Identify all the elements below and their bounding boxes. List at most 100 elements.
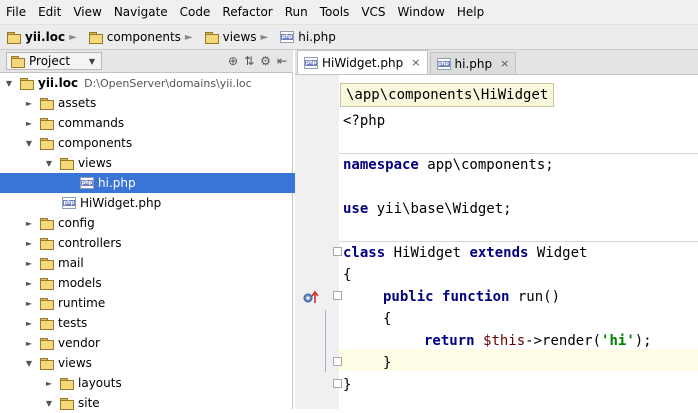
tree-item-label: yii.loc	[38, 76, 79, 90]
breadcrumb-components[interactable]: components ►	[84, 26, 198, 48]
code-line-3: namespace app\components;	[343, 154, 554, 176]
code-editor[interactable]: <?php namespace app\components; use yii\…	[339, 75, 698, 409]
chevron-right-icon: ►	[69, 31, 77, 43]
code-line-5: use yii\base\Widget;	[343, 198, 512, 220]
code-text: }	[383, 355, 392, 371]
collapse-arrow-icon[interactable]: ►	[24, 219, 34, 228]
menu-run[interactable]: Run	[279, 0, 314, 24]
menu-refactor[interactable]: Refactor	[216, 0, 278, 24]
close-icon[interactable]: ×	[411, 56, 420, 69]
tree-item-label: site	[78, 396, 100, 410]
tree-item-label: layouts	[78, 376, 122, 390]
close-icon[interactable]: ×	[500, 57, 509, 70]
code-line-10: {	[383, 308, 391, 330]
folder-icon	[40, 337, 54, 350]
menu-edit[interactable]: Edit	[32, 0, 67, 24]
php-file-icon: php	[304, 56, 318, 69]
folder-icon	[40, 317, 54, 330]
code-line-7: class HiWidget extends Widget	[343, 242, 587, 264]
tab-hi-php[interactable]: php hi.php ×	[429, 52, 517, 74]
tree-row-views[interactable]: ▼ views	[0, 153, 336, 173]
collapse-arrow-icon[interactable]: ►	[24, 279, 34, 288]
menu-help[interactable]: Help	[451, 0, 490, 24]
tree-item-label: commands	[58, 116, 125, 130]
code-text: ->render(	[525, 333, 602, 349]
php-file-icon: php	[62, 197, 76, 209]
breadcrumb-label: components	[106, 30, 181, 44]
keyword: function	[442, 289, 510, 305]
tree-row-tests[interactable]: ► tests	[0, 313, 316, 333]
tree-item-label: components	[58, 136, 133, 150]
project-panel-header: Project ▼ ⊕ ⇅ ⚙ ⇤	[0, 50, 293, 73]
project-path: D:\OpenServer\domains\yii.loc	[84, 76, 252, 90]
code-text: {	[383, 311, 392, 327]
tree-row-assets[interactable]: ► assets	[0, 93, 316, 113]
collapse-arrow-icon[interactable]: ►	[24, 99, 34, 108]
implements-method-icon[interactable]	[303, 290, 319, 304]
tree-row-vendor[interactable]: ► vendor	[0, 333, 316, 353]
tree-row-site[interactable]: ▼ site	[0, 393, 336, 413]
project-tree: ▼ yii.loc D:\OpenServer\domains\yii.loc …	[0, 73, 372, 410]
tree-item-label: hi.php	[98, 176, 136, 190]
breadcrumb-label: views	[222, 30, 257, 44]
fold-marker-icon[interactable]	[333, 379, 342, 388]
menu-navigate[interactable]: Navigate	[108, 0, 174, 24]
keyword: extends	[469, 245, 529, 261]
tree-row-models[interactable]: ► models	[0, 273, 316, 293]
tree-row-config[interactable]: ► config	[0, 213, 316, 233]
expand-arrow-icon[interactable]: ▼	[24, 359, 34, 368]
menu-code[interactable]: Code	[174, 0, 217, 24]
code-line-11: return $this->render('hi');	[424, 330, 652, 352]
tree-row-layouts[interactable]: ► layouts	[0, 373, 336, 393]
tree-row-runtime[interactable]: ► runtime	[0, 293, 316, 313]
collapse-arrow-icon[interactable]: ►	[24, 239, 34, 248]
folder-icon	[40, 217, 54, 230]
tab-label: HiWidget.php	[322, 55, 404, 70]
navigation-bar: yii.loc ► components ► views ► php hi.ph…	[0, 25, 698, 50]
menu-window[interactable]: Window	[392, 0, 451, 24]
fold-marker-icon[interactable]	[333, 357, 342, 366]
folder-icon	[40, 277, 54, 290]
menu-view[interactable]: View	[67, 0, 107, 24]
project-view-selector[interactable]: Project ▼	[6, 52, 102, 70]
collapse-arrow-icon[interactable]: ►	[24, 319, 34, 328]
fold-marker-icon[interactable]	[333, 247, 342, 256]
expand-arrow-icon[interactable]: ▼	[4, 79, 14, 88]
menu-tools[interactable]: Tools	[314, 0, 356, 24]
expand-arrow-icon[interactable]: ▼	[44, 159, 54, 168]
fold-marker-icon[interactable]	[333, 291, 342, 300]
folder-icon	[40, 117, 54, 130]
code-text: app\components;	[418, 157, 554, 173]
menu-vcs[interactable]: VCS	[355, 0, 391, 24]
expand-arrow-icon[interactable]: ▼	[24, 139, 34, 148]
tree-row-mail[interactable]: ► mail	[0, 253, 316, 273]
collapse-arrow-icon[interactable]: ►	[24, 299, 34, 308]
tree-row-controllers[interactable]: ► controllers	[0, 233, 316, 253]
folder-icon	[40, 97, 54, 110]
tree-row-yii-loc[interactable]: ▼ yii.loc D:\OpenServer\domains\yii.loc	[0, 73, 296, 93]
collapse-all-icon[interactable]: ⇅	[244, 54, 254, 68]
php-file-icon: php	[80, 177, 94, 189]
folder-icon	[40, 237, 54, 250]
tree-row-commands[interactable]: ► commands	[0, 113, 316, 133]
expand-arrow-icon[interactable]: ▼	[44, 399, 54, 408]
gear-icon[interactable]: ⚙	[260, 54, 271, 68]
folder-icon	[40, 257, 54, 270]
tree-row-components[interactable]: ▼ components	[0, 133, 316, 153]
hide-panel-icon[interactable]: ⇤	[277, 54, 287, 68]
keyword: use	[343, 201, 369, 217]
breadcrumb-hi-php[interactable]: php hi.php	[275, 26, 341, 48]
sync-icon[interactable]: ⊕	[228, 54, 238, 68]
breadcrumb-views[interactable]: views ►	[200, 26, 274, 48]
collapse-arrow-icon[interactable]: ►	[24, 119, 34, 128]
breadcrumb-yii-loc[interactable]: yii.loc ►	[2, 26, 82, 48]
collapse-arrow-icon[interactable]: ►	[44, 379, 54, 388]
tree-row-views-root[interactable]: ▼ views	[0, 353, 316, 373]
collapse-arrow-icon[interactable]: ►	[24, 339, 34, 348]
code-text: <?php	[343, 113, 386, 129]
tab-label: hi.php	[454, 56, 493, 71]
collapse-arrow-icon[interactable]: ►	[24, 259, 34, 268]
folder-icon	[60, 397, 74, 410]
tab-hiwidget-php[interactable]: php HiWidget.php ×	[297, 50, 428, 74]
menu-file[interactable]: File	[0, 0, 32, 24]
